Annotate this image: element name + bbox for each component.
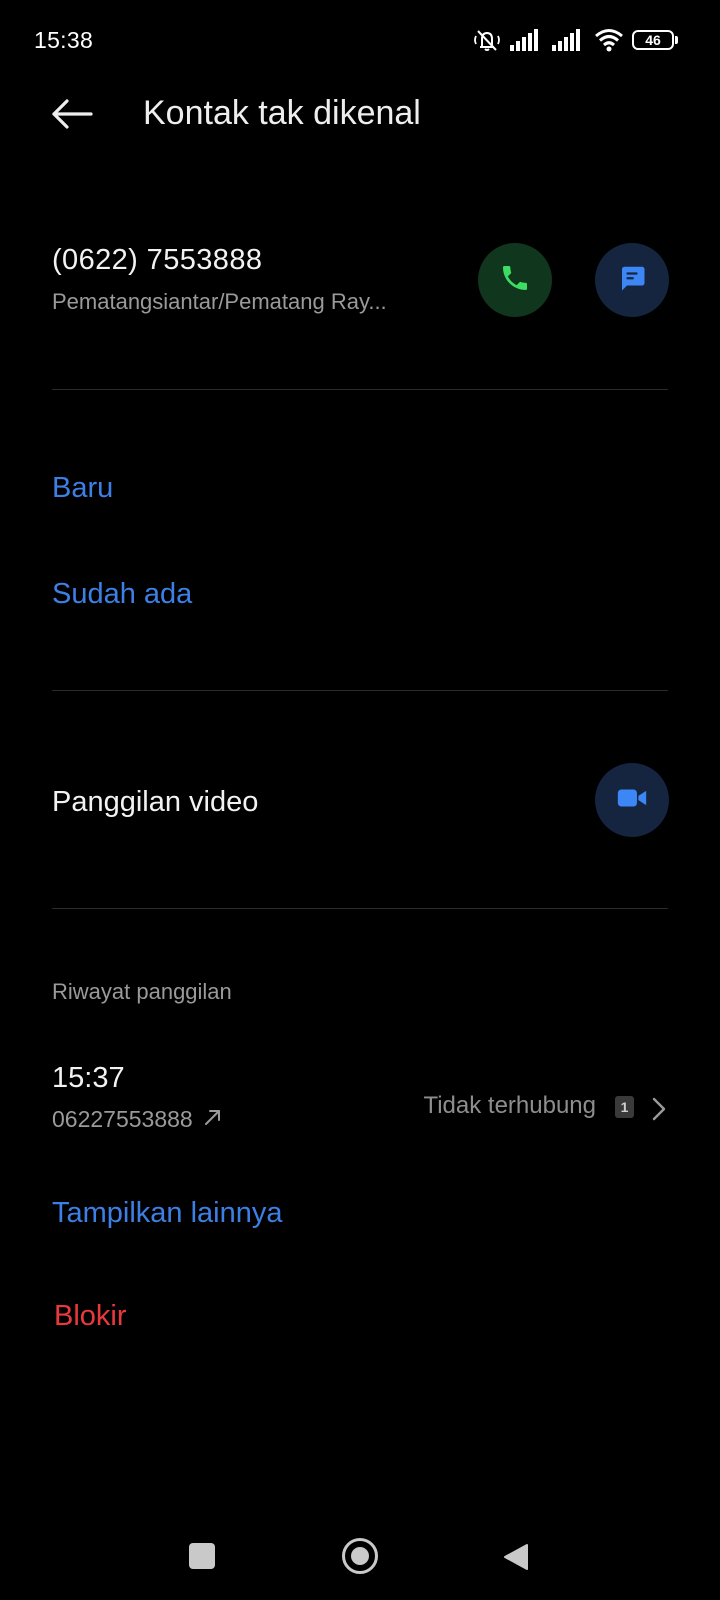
- back-triangle-icon[interactable]: [502, 1542, 530, 1577]
- home-circle-icon[interactable]: [342, 1538, 378, 1574]
- call-number-wrap: 06227553888: [52, 1106, 223, 1133]
- outgoing-arrow-icon: [203, 1106, 223, 1133]
- message-button[interactable]: [595, 243, 669, 317]
- new-contact-link[interactable]: Baru: [52, 472, 113, 505]
- contact-number: (0622) 7553888: [52, 244, 263, 276]
- back-button[interactable]: [44, 88, 100, 144]
- navigation-bar: [0, 1512, 720, 1600]
- signal-icon: [510, 29, 544, 51]
- video-camera-icon: [615, 781, 649, 820]
- chevron-right-icon: [650, 1095, 668, 1128]
- divider: [52, 690, 668, 691]
- battery-level: 46: [632, 30, 674, 50]
- contact-header: (0622) 7553888 Pematangsiantar/Pematang …: [52, 244, 387, 315]
- call-status: Tidak terhubung: [423, 1092, 596, 1119]
- status-bar: 15:38 46: [0, 0, 720, 80]
- divider: [52, 389, 668, 390]
- call-count-badge: 1: [615, 1096, 634, 1118]
- call-number: 06227553888: [52, 1106, 193, 1132]
- phone-icon: [499, 262, 531, 299]
- video-call-label: Panggilan video: [52, 786, 259, 818]
- call-history-heading: Riwayat panggilan: [52, 979, 232, 1004]
- existing-contact-link[interactable]: Sudah ada: [52, 578, 192, 611]
- status-time: 15:38: [34, 27, 94, 53]
- arrow-left-icon: [50, 98, 94, 135]
- app-bar: Kontak tak dikenal: [0, 80, 720, 152]
- status-icons: 46: [472, 26, 678, 54]
- show-more-link[interactable]: Tampilkan lainnya: [52, 1197, 283, 1230]
- call-history-row[interactable]: 15:37 06227553888 Tidak terhubung 1: [0, 1050, 720, 1140]
- block-button[interactable]: Blokir: [54, 1300, 127, 1333]
- divider: [52, 908, 668, 909]
- message-icon: [617, 263, 647, 298]
- battery-icon: 46: [632, 29, 678, 51]
- video-call-button[interactable]: [595, 763, 669, 837]
- call-button[interactable]: [478, 243, 552, 317]
- mute-vibrate-icon: [472, 28, 502, 52]
- wifi-icon: [594, 28, 624, 52]
- contact-location: Pematangsiantar/Pematang Ray...: [52, 289, 387, 314]
- page-title: Kontak tak dikenal: [143, 94, 421, 132]
- recents-square-icon[interactable]: [189, 1543, 215, 1569]
- call-time: 15:37: [52, 1062, 125, 1094]
- signal-icon: [552, 29, 586, 51]
